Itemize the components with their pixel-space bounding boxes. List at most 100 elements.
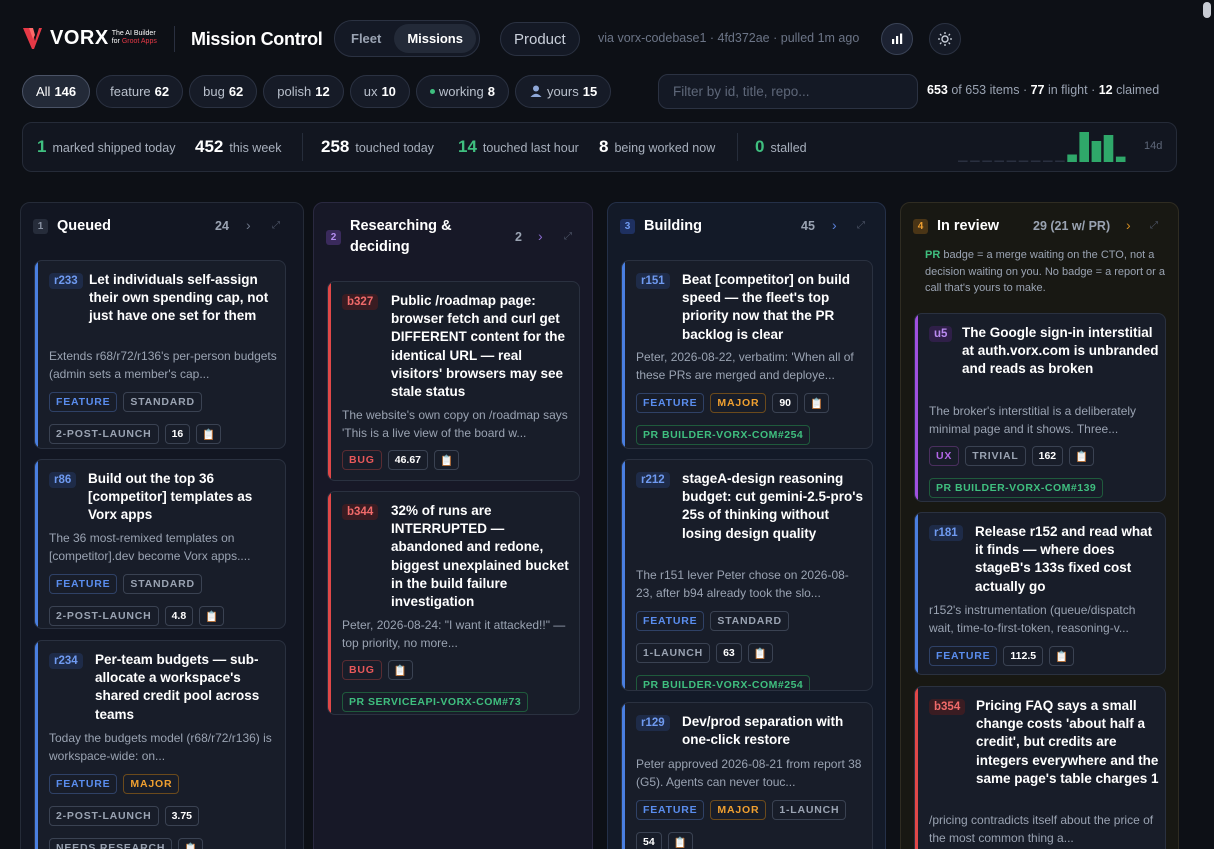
- tag-type[interactable]: FEATURE: [49, 574, 118, 594]
- clipboard-icon[interactable]: 📋: [199, 606, 225, 626]
- card[interactable]: r151 Beat [competitor] on build speed — …: [621, 260, 873, 449]
- card-id[interactable]: b344: [342, 504, 379, 520]
- filter-chip-working[interactable]: working 8: [415, 74, 509, 108]
- tag-needs-research[interactable]: NEEDS RESEARCH: [49, 838, 173, 849]
- spark-bar: [1091, 141, 1102, 162]
- tag-type[interactable]: BUG: [342, 660, 382, 680]
- card-id[interactable]: r181: [929, 525, 963, 541]
- column-number: 1: [33, 218, 48, 234]
- card[interactable]: b344 32% of runs are INTERRUPTED — aband…: [327, 491, 580, 715]
- clipboard-icon[interactable]: 📋: [196, 424, 222, 444]
- card-title[interactable]: Public /roadmap page: browser fetch and …: [391, 292, 574, 401]
- clipboard-icon[interactable]: 📋: [804, 393, 830, 413]
- tag-size[interactable]: MAJOR: [710, 800, 767, 820]
- chevron-right-icon[interactable]: ›: [832, 217, 837, 233]
- card-id[interactable]: r86: [49, 472, 77, 488]
- card-id[interactable]: b354: [929, 699, 966, 715]
- card-title[interactable]: Let individuals self-assign their own sp…: [89, 271, 279, 326]
- spark-bar: [1067, 154, 1077, 162]
- theme-toggle-button[interactable]: [929, 23, 961, 55]
- card-title[interactable]: Dev/prod separation with one-click resto…: [682, 713, 868, 749]
- tag-type[interactable]: UX: [929, 446, 960, 466]
- card-stripe: [328, 492, 331, 714]
- clipboard-icon[interactable]: 📋: [434, 450, 460, 470]
- filter-chip-all[interactable]: All 146: [22, 74, 91, 108]
- card[interactable]: u5 The Google sign-in interstitial at au…: [914, 313, 1166, 502]
- card[interactable]: r212 stageA-design reasoning budget: cut…: [621, 459, 873, 691]
- stats-toggle-button[interactable]: [881, 23, 913, 55]
- card-title[interactable]: stageA-design reasoning budget: cut gemi…: [682, 470, 868, 543]
- chevron-right-icon[interactable]: ›: [538, 228, 543, 244]
- tag-type[interactable]: FEATURE: [636, 393, 705, 413]
- filter-chip-yours[interactable]: yours 15: [514, 74, 612, 108]
- tag-type[interactable]: FEATURE: [636, 800, 705, 820]
- tag-type[interactable]: FEATURE: [49, 774, 118, 794]
- filter-chip-bug[interactable]: bug 62: [189, 74, 258, 108]
- card-id[interactable]: u5: [929, 326, 953, 342]
- chevron-right-icon[interactable]: ›: [1126, 217, 1131, 233]
- vorx-logo[interactable]: VORX The AI Builder for Groot Apps: [22, 24, 172, 52]
- card-title[interactable]: The Google sign-in interstitial at auth.…: [962, 324, 1160, 379]
- card-id[interactable]: r212: [636, 472, 670, 488]
- product-button[interactable]: Product: [500, 22, 580, 56]
- card-title[interactable]: 32% of runs are INTERRUPTED — abandoned …: [391, 502, 574, 611]
- page-scrollbar[interactable]: [1202, 0, 1212, 849]
- card[interactable]: r233 Let individuals self-assign their o…: [34, 260, 286, 449]
- search-input[interactable]: [658, 74, 918, 109]
- card[interactable]: r234 Per-team budgets — sub-allocate a w…: [34, 640, 286, 849]
- tag-phase[interactable]: 2-POST-LAUNCH: [49, 424, 159, 444]
- card-title[interactable]: Per-team budgets — sub-allocate a worksp…: [95, 651, 275, 724]
- tag-pr-link[interactable]: PR BUILDER-VORX-COM#254: [636, 425, 811, 445]
- clipboard-icon[interactable]: 📋: [667, 832, 693, 849]
- filter-chip-feature[interactable]: feature 62: [96, 74, 184, 108]
- tag-phase[interactable]: 2-POST-LAUNCH: [49, 606, 159, 626]
- card[interactable]: r181 Release r152 and read what it finds…: [914, 512, 1166, 675]
- card-stripe: [915, 513, 918, 674]
- tag-phase[interactable]: 2-POST-LAUNCH: [49, 806, 159, 826]
- card-id[interactable]: r151: [636, 273, 670, 289]
- expand-icon[interactable]: ⤢: [272, 220, 280, 231]
- expand-icon[interactable]: ⤢: [564, 231, 572, 242]
- expand-icon[interactable]: ⤢: [1150, 220, 1158, 231]
- clipboard-icon[interactable]: 📋: [178, 838, 204, 849]
- tag-type[interactable]: BUG: [342, 450, 382, 470]
- tag-type[interactable]: FEATURE: [929, 646, 998, 666]
- spark-bar: [958, 160, 968, 162]
- clipboard-icon[interactable]: 📋: [1069, 446, 1095, 466]
- tag-pr-link[interactable]: PR SERVICEAPI-VORX-COM#73: [342, 692, 529, 712]
- clipboard-icon[interactable]: 📋: [387, 660, 413, 680]
- card[interactable]: b327 Public /roadmap page: browser fetch…: [327, 281, 580, 481]
- tag-pr-link[interactable]: PR BUILDER-VORX-COM#254: [636, 675, 811, 690]
- tab-missions[interactable]: Missions: [394, 24, 476, 53]
- card-id[interactable]: b327: [342, 294, 379, 310]
- card[interactable]: r129 Dev/prod separation with one-click …: [621, 702, 873, 849]
- tag-size[interactable]: STANDARD: [710, 611, 789, 631]
- clipboard-icon[interactable]: 📋: [1049, 646, 1075, 666]
- tag-size[interactable]: TRIVIAL: [965, 446, 1026, 466]
- card-id[interactable]: r234: [49, 653, 83, 669]
- chevron-right-icon[interactable]: ›: [246, 217, 251, 233]
- card[interactable]: r86 Build out the top 36 [competitor] te…: [34, 459, 286, 629]
- card-id[interactable]: r233: [49, 273, 83, 289]
- tag-phase[interactable]: 1-LAUNCH: [772, 800, 847, 820]
- tag-type[interactable]: FEATURE: [49, 392, 118, 412]
- card-title[interactable]: Release r152 and read what it finds — wh…: [975, 523, 1161, 596]
- expand-icon[interactable]: ⤢: [857, 220, 865, 231]
- filter-chip-ux[interactable]: ux 10: [349, 74, 410, 108]
- tag-size[interactable]: MAJOR: [123, 774, 180, 794]
- clipboard-icon[interactable]: 📋: [747, 643, 773, 663]
- tag-size[interactable]: STANDARD: [123, 392, 202, 412]
- tag-phase[interactable]: 1-LAUNCH: [636, 643, 711, 663]
- tab-fleet[interactable]: Fleet: [338, 24, 394, 53]
- filter-chip-polish[interactable]: polish 12: [263, 74, 344, 108]
- tag-pr-link[interactable]: PR BUILDER-VORX-COM#139: [929, 478, 1104, 498]
- card-title[interactable]: Beat [competitor] on build speed — the f…: [682, 271, 868, 344]
- card-title[interactable]: Build out the top 36 [competitor] templa…: [88, 470, 280, 525]
- tag-size[interactable]: STANDARD: [123, 574, 202, 594]
- card-id[interactable]: r129: [636, 715, 670, 731]
- scrollbar-thumb[interactable]: [1203, 2, 1211, 18]
- card[interactable]: b354 Pricing FAQ says a small change cos…: [914, 686, 1166, 849]
- card-title[interactable]: Pricing FAQ says a small change costs 'a…: [976, 697, 1162, 788]
- tag-type[interactable]: FEATURE: [636, 611, 705, 631]
- tag-size[interactable]: MAJOR: [710, 393, 767, 413]
